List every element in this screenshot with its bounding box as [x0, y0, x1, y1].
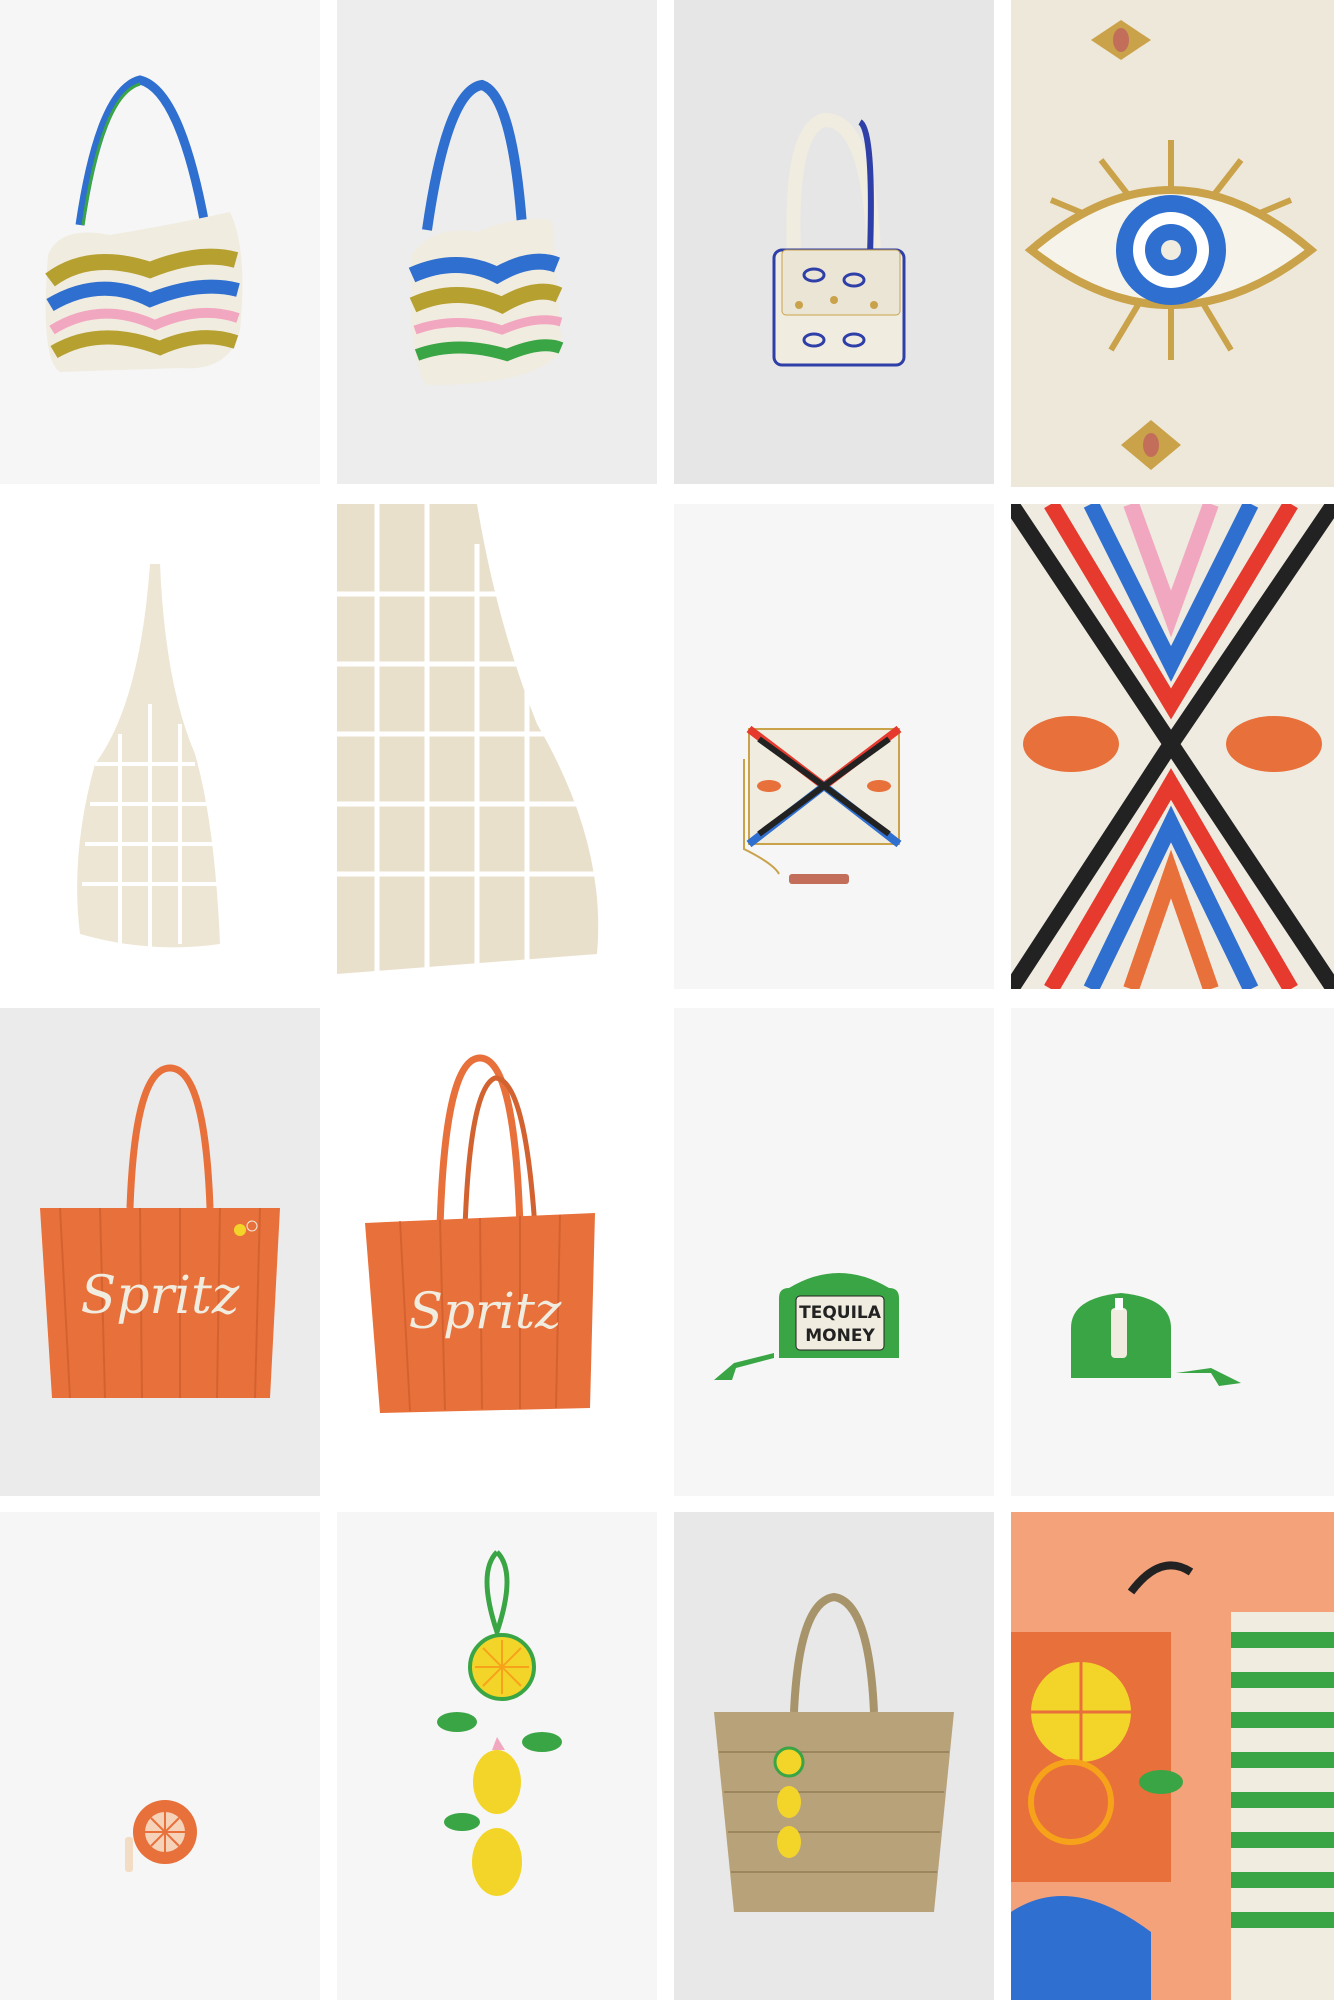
- tequila-text-line2: MONEY: [805, 1326, 875, 1346]
- citrus-beading-detail[interactable]: [1011, 1512, 1334, 2000]
- wave-beaded-shoulder-bag-front[interactable]: [0, 0, 320, 484]
- spritz-text-front: Spritz: [81, 1266, 240, 1326]
- lemon-charm-illustration: [437, 1550, 562, 1896]
- tequila-text-line1: TEQUILA: [799, 1303, 882, 1323]
- net-detail-illustration: [337, 504, 599, 974]
- tequila-money-pouch[interactable]: TEQUILA MONEY: [674, 1008, 994, 1496]
- net-tote-illustration: [77, 564, 220, 949]
- tequila-pouch-illustration: TEQUILA MONEY: [714, 1273, 899, 1380]
- zigzag-embroidery-detail[interactable]: [1011, 504, 1334, 989]
- wave-bag-angle-illustration: [408, 79, 564, 385]
- evil-eye-beaded-bag[interactable]: [674, 0, 994, 484]
- wave-beaded-shoulder-bag-angle[interactable]: [337, 0, 657, 484]
- straw-tote-with-lemon-charm[interactable]: [674, 1512, 994, 2000]
- spritz-tote-illustration: Spritz: [40, 1064, 280, 1399]
- spritz-tote-front[interactable]: Spritz: [0, 1008, 320, 1496]
- wave-bag-illustration: [45, 75, 243, 372]
- zigzag-closeup: [1011, 504, 1334, 989]
- crochet-net-tote-full[interactable]: [0, 504, 320, 989]
- orange-purse-illustration: [125, 1800, 197, 1872]
- bottle-pouch-illustration: [1071, 1293, 1241, 1386]
- spritz-text-angle: Spritz: [409, 1282, 562, 1340]
- lemon-bag-charm[interactable]: [337, 1512, 657, 2000]
- straw-tote-illustration: [714, 1592, 954, 1912]
- zigzag-beaded-clutch[interactable]: [674, 504, 994, 989]
- bottle-beaded-pouch[interactable]: [1011, 1008, 1334, 1496]
- crochet-net-tote-detail[interactable]: [337, 504, 657, 989]
- spritz-tote-angle-illustration: Spritz: [365, 1054, 595, 1413]
- citrus-closeup: [1011, 1512, 1334, 2000]
- spritz-tote-angle[interactable]: Spritz: [320, 1008, 657, 1496]
- evil-eye-bag-illustration: [772, 113, 906, 367]
- evil-eye-beading-detail[interactable]: [1011, 0, 1334, 487]
- zigzag-clutch-illustration: [743, 725, 902, 884]
- orange-slice-coin-purse[interactable]: [0, 1512, 320, 2000]
- evil-eye-closeup: [1024, 20, 1318, 470]
